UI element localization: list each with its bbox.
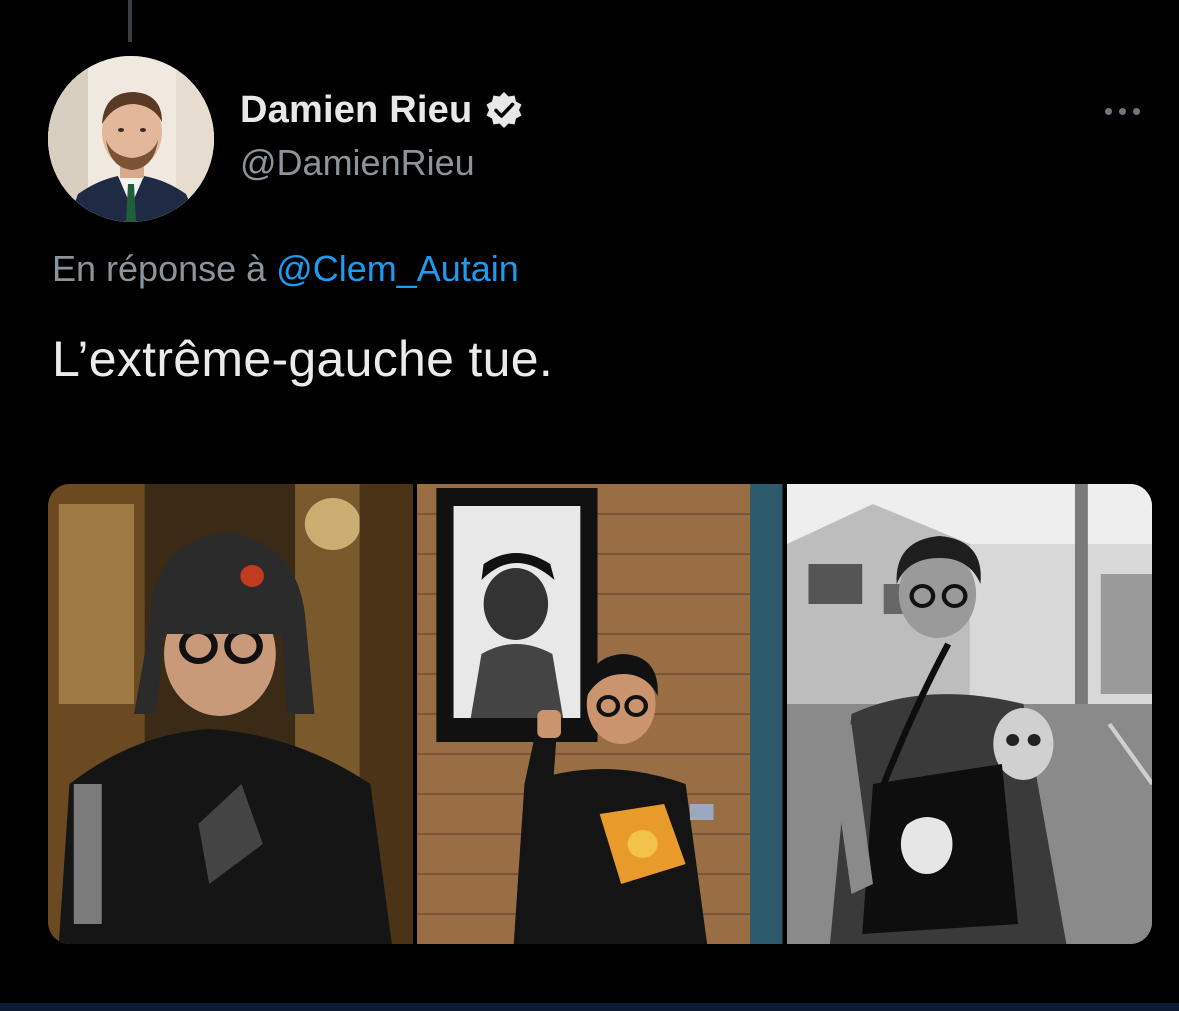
author-name-row: Damien Rieu	[240, 82, 524, 138]
reply-context: En réponse à @Clem_Autain	[52, 248, 519, 290]
avatar-image	[48, 56, 214, 222]
more-options-icon-dot	[1118, 107, 1126, 115]
photo-2-image	[417, 484, 783, 944]
media-photo-3[interactable]	[786, 484, 1152, 944]
media-photo-1[interactable]	[48, 484, 414, 944]
photo-3-image	[786, 484, 1152, 944]
photo-1-image	[48, 484, 414, 944]
verified-badge-icon	[484, 90, 524, 130]
tweet-text: L’extrême-gauche tue.	[52, 331, 554, 387]
bottom-edge-bar	[0, 1003, 1179, 1011]
author-handle[interactable]: @DamienRieu	[240, 142, 524, 184]
more-options-icon-dot	[1132, 107, 1140, 115]
thread-connector-line	[128, 0, 132, 42]
author-avatar[interactable]	[48, 56, 214, 222]
reply-mention-link[interactable]: @Clem_Autain	[276, 248, 519, 289]
media-photo-2[interactable]	[417, 484, 783, 944]
author-name[interactable]: Damien Rieu	[240, 89, 472, 132]
media-grid	[48, 484, 1152, 944]
author-info: Damien Rieu @DamienRieu	[240, 82, 524, 184]
more-options-icon	[1104, 107, 1112, 115]
more-options-button[interactable]	[1092, 96, 1152, 126]
reply-prefix: En réponse à	[52, 248, 267, 289]
